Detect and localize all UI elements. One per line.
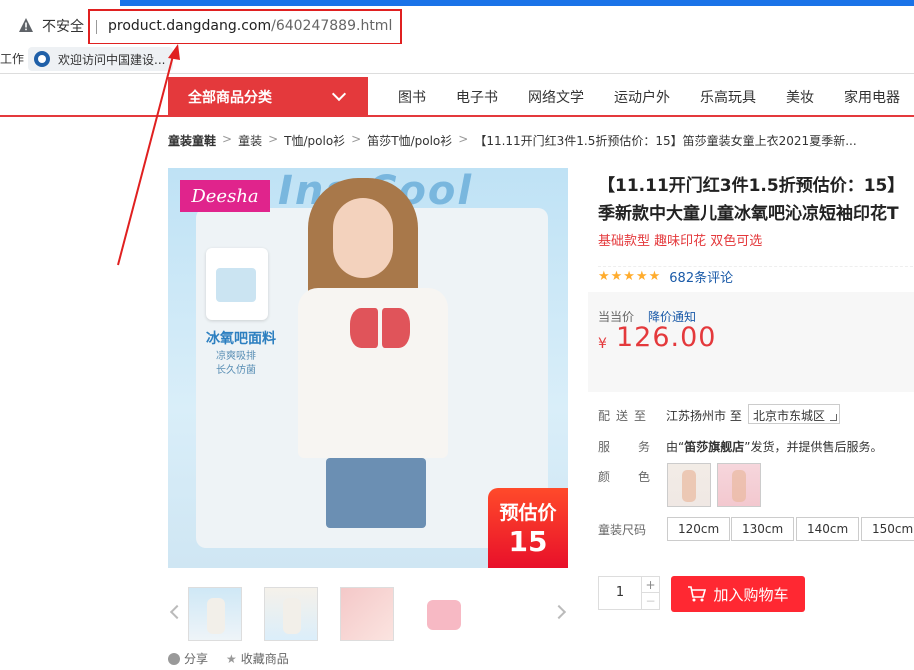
product-subtitle: 基础款型 趣味印花 双色可选: [598, 234, 763, 249]
badge-price: 15: [508, 525, 548, 558]
size-option[interactable]: 140cm: [796, 517, 860, 541]
favorite-button[interactable]: ★ 收藏商品: [226, 650, 289, 667]
nav-link-sports[interactable]: 运动户外: [614, 87, 670, 107]
fabric-swatch-graphic: [206, 248, 268, 320]
service-suffix: ”发货，并提供售后服务。: [744, 440, 883, 454]
nav-link-beauty[interactable]: 美妆: [786, 87, 814, 107]
nav-link-web-literature[interactable]: 网络文学: [528, 87, 584, 107]
fabric-subtext: 凉爽吸排 长久仿菌: [216, 350, 256, 378]
store-link[interactable]: 笛莎旗舰店: [684, 440, 744, 454]
breadcrumb-item[interactable]: 童装童鞋: [168, 132, 216, 149]
nav-link-ebooks[interactable]: 电子书: [456, 87, 498, 107]
product-main-image[interactable]: Ins Cool Deesha 冰氧吧面料 凉爽吸排 长久仿菌 预估价 15: [168, 168, 568, 568]
nav-link-books[interactable]: 图书: [398, 87, 426, 107]
bookmarks-bar: 工作 欢迎访问中国建设...: [0, 44, 914, 74]
service-prefix: 由“: [666, 440, 685, 454]
breadcrumb-item[interactable]: 笛莎T恤/polo衫: [367, 132, 452, 149]
nav-links: 图书 电子书 网络文学 运动户外 乐高玩具 美妆 家用电器: [398, 77, 914, 117]
ship-from: 江苏扬州市 至: [666, 409, 742, 423]
breadcrumb-item[interactable]: 童装: [238, 132, 262, 149]
size-option[interactable]: 120cm: [667, 517, 731, 541]
currency-symbol: ¥: [598, 336, 607, 352]
warning-icon[interactable]: [18, 17, 34, 33]
shipping-label: 配送至: [598, 409, 653, 423]
cart-icon: [688, 586, 707, 602]
title-line: 季新款中大童儿童冰氧吧沁凉短袖印花T: [598, 204, 899, 224]
badge-label: 预估价: [499, 502, 557, 524]
product-title: 【11.11开门红3件1.5折预估价：15】 季新款中大童儿童冰氧吧沁凉短袖印花…: [598, 172, 914, 228]
thumbnail[interactable]: [264, 587, 318, 641]
share-icon: [168, 653, 180, 665]
ship-to-select[interactable]: 北京市东城区: [748, 404, 840, 424]
url-separator: [96, 20, 97, 34]
thumbnail[interactable]: [416, 587, 470, 641]
site-nav: 全部商品分类 图书 电子书 网络文学 运动户外 乐高玩具 美妆 家用电器: [0, 77, 914, 117]
star-icon: ★: [226, 652, 237, 666]
nav-link-lego[interactable]: 乐高玩具: [700, 87, 756, 107]
reviews-link[interactable]: 682条评论: [669, 267, 733, 286]
breadcrumb-separator: >: [268, 132, 279, 146]
thumb-prev-icon[interactable]: [169, 604, 185, 620]
size-option[interactable]: 130cm: [731, 517, 795, 541]
thumbnail[interactable]: [340, 587, 394, 641]
fabric-sub-line: 凉爽吸排: [216, 351, 256, 362]
favorite-label: 收藏商品: [240, 652, 289, 666]
rating-stars: ★★★★★: [598, 269, 662, 284]
browser-top-strip: [0, 0, 914, 8]
ccb-logo-icon: [34, 51, 50, 67]
quantity-input[interactable]: 1: [599, 577, 641, 609]
bookmark-label: 欢迎访问中国建设...: [58, 52, 166, 67]
color-label: 颜色: [598, 470, 679, 484]
all-categories-button[interactable]: 全部商品分类: [168, 77, 368, 117]
fabric-label: 冰氧吧面料: [206, 331, 276, 347]
estimated-price-badge: 预估价 15: [488, 488, 568, 568]
security-label[interactable]: 不安全: [42, 16, 84, 36]
bow-print: [350, 308, 410, 348]
breadcrumb-separator: >: [458, 132, 469, 146]
fabric-sub-line: 长久仿菌: [216, 365, 256, 376]
thumb-next-icon[interactable]: [551, 604, 567, 620]
model-shorts: [326, 458, 426, 528]
share-label: 分享: [184, 652, 209, 666]
bookmark-folder-work[interactable]: 工作: [0, 50, 24, 67]
share-button[interactable]: 分享: [168, 650, 208, 667]
active-tab-indicator: [120, 0, 914, 6]
address-bar[interactable]: 不安全 product.dangdang.com/640247889.html: [0, 8, 914, 45]
quantity-minus-button[interactable]: −: [641, 593, 659, 609]
quantity-plus-button[interactable]: +: [641, 577, 659, 593]
quantity-stepper: 1 + −: [598, 576, 660, 610]
brand-logo: Deesha: [180, 180, 270, 212]
add-to-cart-button[interactable]: 加入购物车: [671, 576, 805, 612]
color-swatch[interactable]: [717, 463, 761, 507]
url-host: product.dangdang.com: [108, 18, 272, 34]
thumbnail[interactable]: [188, 587, 242, 641]
bookmark-ccb[interactable]: 欢迎访问中国建设...: [28, 47, 174, 71]
model-face: [333, 198, 393, 278]
url-text[interactable]: product.dangdang.com/640247889.html: [108, 18, 392, 34]
size-label: 童装尺码: [598, 523, 647, 537]
share-row: 分享 ★ 收藏商品: [168, 650, 289, 667]
title-line: 【11.11开门红3件1.5折预估价：15】: [598, 176, 905, 196]
all-categories-label: 全部商品分类: [188, 90, 272, 106]
url-field[interactable]: product.dangdang.com/640247889.html: [88, 9, 402, 45]
price-value: 126.00: [616, 322, 717, 353]
color-swatch[interactable]: [667, 463, 711, 507]
price-box: 当当价 降价通知 ¥ 126.00: [588, 292, 914, 392]
breadcrumb-item[interactable]: T恤/polo衫: [284, 132, 345, 149]
nav-link-appliances[interactable]: 家用电器: [844, 87, 900, 107]
service-text: 由“笛莎旗舰店”发货，并提供售后服务。: [666, 438, 882, 455]
breadcrumb-current: 【11.11开门红3件1.5折预估价：15】笛莎童装女童上衣2021夏季新...: [474, 134, 857, 148]
breadcrumb-separator: >: [222, 132, 233, 146]
chevron-down-icon: [331, 86, 347, 102]
url-path: /640247889.html: [271, 18, 393, 34]
size-option[interactable]: 150cm: [861, 517, 914, 541]
thumbnail-strip: [168, 585, 568, 643]
breadcrumb-separator: >: [351, 132, 362, 146]
add-to-cart-label: 加入购物车: [713, 585, 789, 604]
breadcrumb: 童装童鞋 > 童装 > T恤/polo衫 > 笛莎T恤/polo衫 > 【11.11开门…: [168, 132, 857, 149]
rating-row: ★★★★★ 682条评论: [598, 266, 914, 286]
